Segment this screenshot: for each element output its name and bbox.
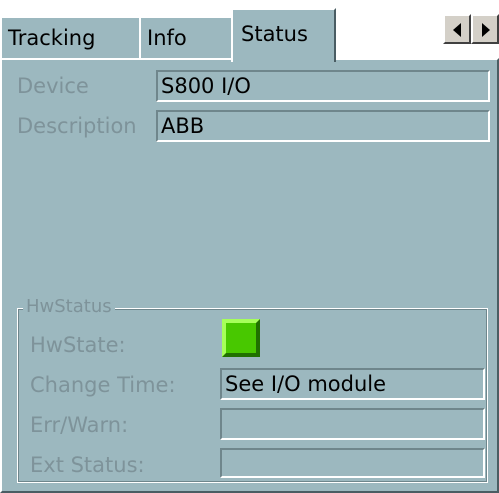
ext-status-label: Ext Status: — [30, 453, 145, 477]
description-label: Description — [17, 114, 137, 138]
tab-strip: Tracking Info Status — [0, 0, 499, 62]
err-warn-field[interactable] — [220, 408, 485, 440]
device-label: Device — [17, 74, 89, 98]
arrow-right-icon — [482, 23, 490, 37]
tab-status[interactable]: Status — [231, 8, 336, 62]
hwstate-indicator — [222, 319, 260, 357]
change-time-value: See I/O module — [225, 372, 387, 396]
hwstatus-group-label: HwStatus — [23, 296, 115, 317]
tab-info-label: Info — [147, 26, 187, 50]
device-field[interactable]: S800 I/O — [156, 70, 490, 102]
change-time-label: Change Time: — [30, 373, 176, 397]
tab-scroll-left-button[interactable] — [443, 14, 471, 44]
tab-info[interactable]: Info — [139, 16, 233, 60]
arrow-left-icon — [453, 23, 461, 37]
description-field[interactable]: ABB — [156, 110, 490, 142]
tab-tracking-label: Tracking — [8, 26, 96, 50]
change-time-field[interactable]: See I/O module — [220, 368, 485, 400]
err-warn-label: Err/Warn: — [30, 413, 129, 437]
hwstate-label: HwState: — [30, 333, 126, 357]
description-value: ABB — [161, 114, 205, 138]
device-properties-window: Tracking Info Status Device S800 I/O Des… — [0, 0, 499, 493]
ext-status-field[interactable] — [220, 448, 485, 478]
tab-scroll-right-button[interactable] — [471, 14, 499, 44]
tab-status-label: Status — [241, 22, 308, 46]
device-value: S800 I/O — [161, 74, 251, 98]
tab-tracking[interactable]: Tracking — [0, 16, 141, 60]
